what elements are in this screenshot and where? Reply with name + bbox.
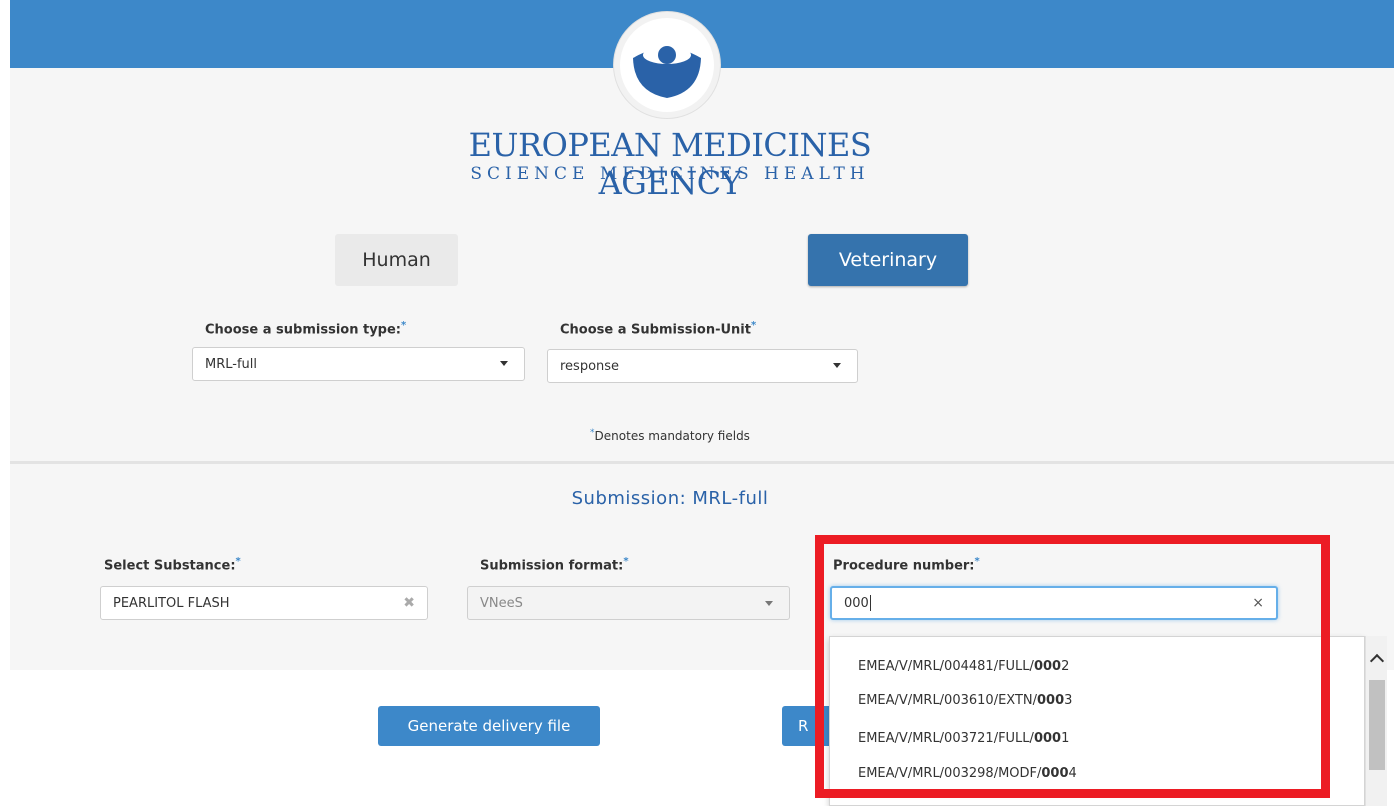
chevron-up-icon[interactable] <box>1369 653 1385 669</box>
submission-type-label-text: Choose a submission type: <box>205 322 401 338</box>
suggestion-prefix: EMEA/V/MRL/003610/EXTN/ <box>858 693 1038 708</box>
suggestion-prefix: EMEA/V/MRL/003298/MODF/ <box>858 766 1042 781</box>
clear-icon[interactable]: ✖ <box>403 595 415 611</box>
suggestion-match: 000 <box>1033 659 1062 674</box>
agency-tagline: SCIENCE MEDICINES HEALTH <box>470 164 870 184</box>
required-marker: * <box>974 556 980 567</box>
suggestion-item[interactable]: EMEA/V/MRL/003298/MODF/0004 <box>858 766 1077 781</box>
suggestion-item[interactable]: EMEA/V/MRL/004481/FULL/0002 <box>858 659 1069 674</box>
mandatory-fields-note: *Denotes mandatory fields <box>400 428 940 443</box>
submission-format-value: VNeeS <box>480 595 523 611</box>
submission-format-label-text: Submission format: <box>480 558 624 574</box>
required-marker: * <box>623 556 629 567</box>
human-tab-button[interactable]: Human <box>335 234 458 286</box>
suggestion-suffix: 4 <box>1068 766 1077 781</box>
submission-format-label: Submission format:* <box>480 556 629 573</box>
procedure-suggestions-dropdown: EMEA/V/MRL/004481/FULL/0002 EMEA/V/MRL/0… <box>829 636 1365 806</box>
suggestion-prefix: EMEA/V/MRL/004481/FULL/ <box>858 659 1034 674</box>
procedure-number-label: Procedure number:* <box>833 556 980 573</box>
submission-type-label: Choose a submission type:* <box>205 320 406 337</box>
mandatory-note-text: Denotes mandatory fields <box>594 429 750 443</box>
clear-icon[interactable]: × <box>1252 595 1264 611</box>
substance-value: PEARLITOL FLASH <box>113 595 230 611</box>
submission-section-title: Submission: MRL-full <box>571 488 769 509</box>
suggestion-prefix: EMEA/V/MRL/003721/FULL/ <box>858 731 1034 746</box>
submission-type-select[interactable]: MRL-full <box>192 347 525 381</box>
ema-logo-icon <box>614 12 720 118</box>
procedure-number-value: 000 <box>844 595 869 611</box>
suggestion-item[interactable]: EMEA/V/MRL/003721/FULL/0001 <box>858 731 1069 746</box>
suggestion-suffix: 3 <box>1064 693 1073 708</box>
submission-unit-value: response <box>560 358 620 374</box>
required-marker: * <box>401 320 407 331</box>
submission-unit-select[interactable]: response <box>547 349 858 383</box>
procedure-number-input[interactable]: 000 × <box>830 586 1278 620</box>
submission-unit-label-text: Choose a Submission-Unit <box>560 322 751 338</box>
dropdown-scrollbar[interactable] <box>1365 636 1387 806</box>
suggestion-match: 000 <box>1033 731 1062 746</box>
required-marker: * <box>750 320 757 331</box>
submission-unit-label: Choose a Submission-Unit* <box>560 320 756 337</box>
generate-delivery-file-button[interactable]: Generate delivery file <box>378 706 600 746</box>
chevron-down-icon <box>833 363 841 368</box>
suggestion-item[interactable]: EMEA/V/MRL/003610/EXTN/0003 <box>858 693 1072 708</box>
chevron-down-icon <box>765 601 773 606</box>
suggestion-suffix: 1 <box>1061 731 1070 746</box>
scrollbar-thumb[interactable] <box>1369 680 1385 770</box>
substance-label: Select Substance:* <box>104 556 241 573</box>
substance-input[interactable]: PEARLITOL FLASH ✖ <box>100 586 428 620</box>
chevron-down-icon <box>500 361 508 366</box>
submission-format-select: VNeeS <box>467 586 790 620</box>
required-marker: * <box>235 556 241 567</box>
suggestion-match: 000 <box>1037 693 1065 708</box>
suggestion-match: 000 <box>1041 766 1069 781</box>
substance-label-text: Select Substance: <box>104 558 236 574</box>
procedure-number-label-text: Procedure number: <box>833 558 975 574</box>
submission-type-value: MRL-full <box>205 356 257 372</box>
suggestion-suffix: 2 <box>1061 659 1070 674</box>
veterinary-tab-button[interactable]: Veterinary <box>808 234 968 286</box>
text-cursor <box>869 595 871 611</box>
